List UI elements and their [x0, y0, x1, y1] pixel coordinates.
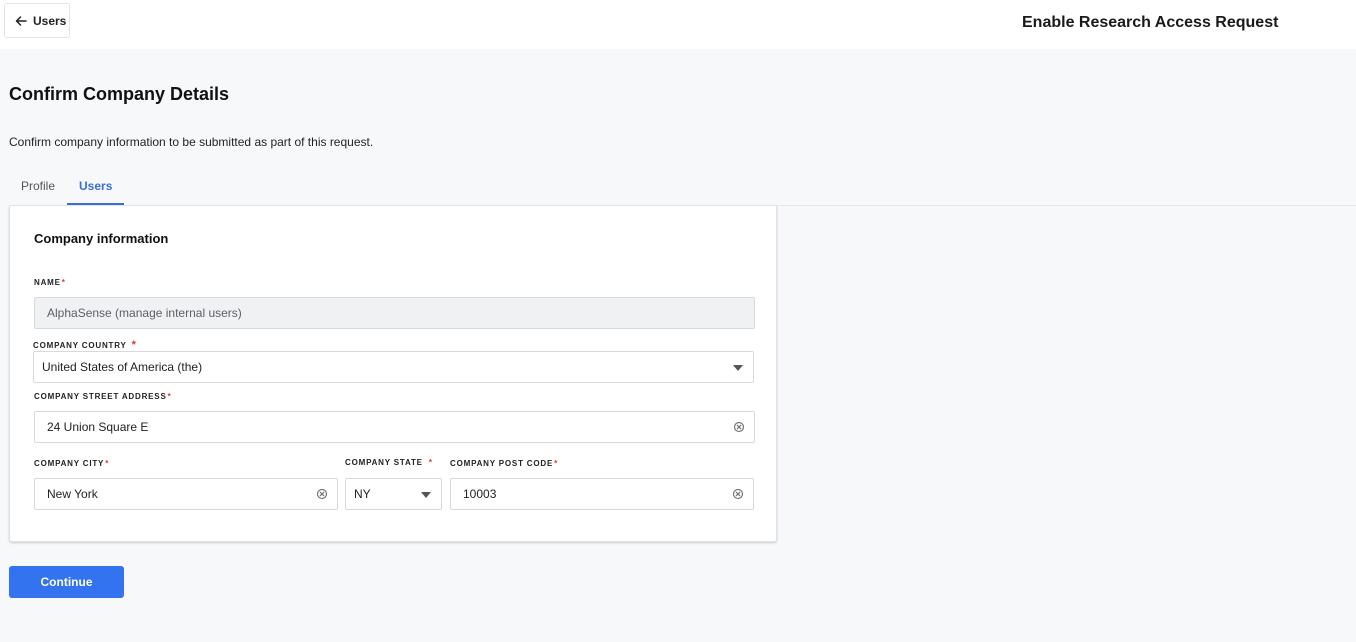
caret-down-icon	[733, 365, 743, 371]
company-country-value: United States of America (the)	[42, 360, 203, 374]
card-title: Company information	[34, 231, 169, 246]
back-to-users-button[interactable]: Users	[4, 3, 70, 38]
company-city-value: New York	[47, 487, 98, 501]
header-title: Enable Research Access Request	[1022, 14, 1279, 31]
postcode-label: COMPANY POST CODE*	[450, 459, 559, 468]
company-name-field: AlphaSense (manage internal users)	[34, 297, 755, 329]
back-button-label: Users	[33, 13, 67, 28]
company-city-input[interactable]: New York	[34, 478, 338, 510]
tab-users[interactable]: Users	[67, 170, 125, 205]
company-state-value: NY	[354, 487, 371, 501]
state-label: COMPANY STATE *	[345, 458, 433, 467]
clear-circle-icon[interactable]	[732, 488, 744, 500]
required-mark: *	[131, 339, 137, 351]
required-mark: *	[61, 278, 66, 287]
city-label: COMPANY CITY*	[34, 459, 110, 468]
company-name-value: AlphaSense (manage internal users)	[47, 306, 242, 320]
required-mark: *	[554, 459, 559, 468]
caret-down-icon	[421, 492, 431, 498]
company-information-card: Company information NAME* AlphaSense (ma…	[9, 206, 777, 542]
company-postcode-value: 10003	[463, 487, 497, 501]
required-mark: *	[428, 458, 433, 467]
arrow-left-icon	[15, 15, 27, 26]
name-label: NAME*	[34, 278, 66, 287]
page-title: Confirm Company Details	[9, 84, 230, 104]
company-street-input[interactable]: 24 Union Square E	[34, 411, 755, 443]
company-country-select[interactable]: United States of America (the)	[33, 351, 754, 383]
country-label: COMPANY COUNTRY *	[33, 339, 137, 351]
tab-profile[interactable]: Profile	[9, 170, 67, 205]
company-street-value: 24 Union Square E	[47, 420, 149, 434]
continue-button[interactable]: Continue	[9, 566, 124, 598]
clear-circle-icon[interactable]	[316, 488, 328, 500]
company-postcode-input[interactable]: 10003	[450, 478, 754, 510]
street-label: COMPANY STREET ADDRESS*	[34, 392, 172, 401]
clear-circle-icon[interactable]	[733, 421, 745, 433]
tab-bar: Profile Users	[9, 170, 125, 206]
top-bar: Users Enable Research Access Request	[0, 0, 1356, 49]
company-state-select[interactable]: NY	[345, 478, 442, 510]
page-description: Confirm company information to be submit…	[9, 135, 374, 149]
required-mark: *	[167, 392, 172, 401]
required-mark: *	[105, 459, 110, 468]
